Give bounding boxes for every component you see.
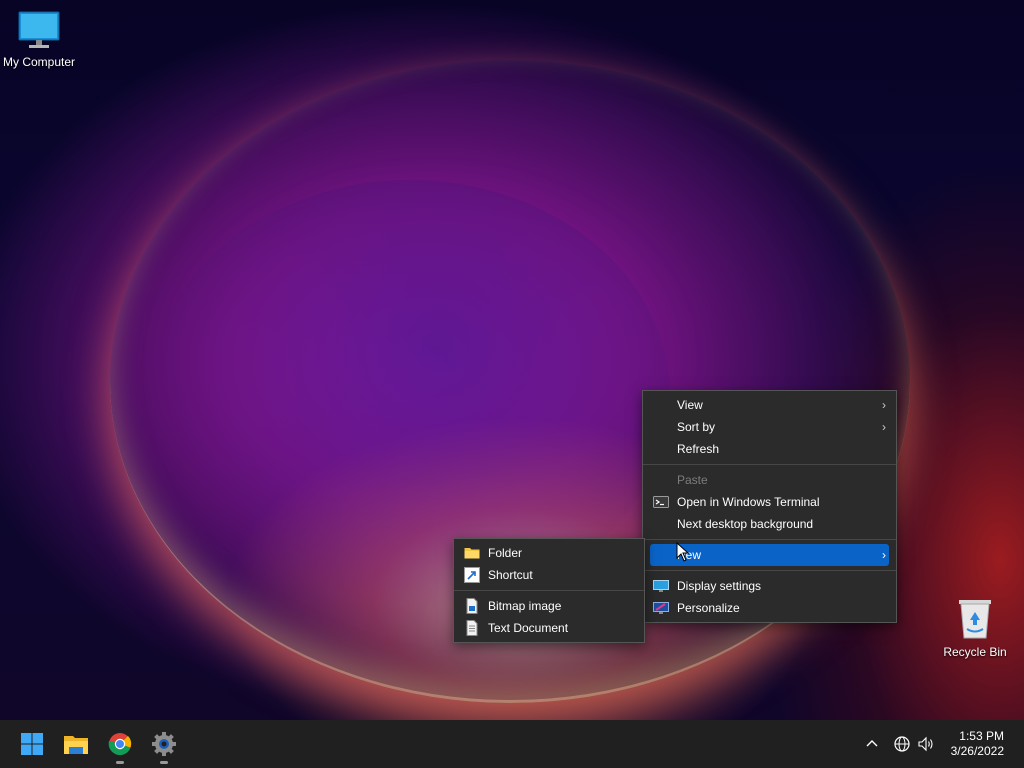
menu-item-label: Paste	[677, 473, 708, 487]
personalize-icon	[653, 602, 669, 614]
chevron-right-icon: ›	[882, 420, 886, 434]
volume-icon[interactable]	[917, 735, 935, 753]
start-icon	[21, 733, 43, 755]
desktop-icon-label: My Computer	[2, 55, 76, 69]
menu-item-label: Open in Windows Terminal	[677, 495, 820, 509]
chevron-right-icon: ›	[882, 548, 886, 562]
chrome-icon	[108, 733, 132, 756]
menu-item-next-background[interactable]: Next desktop background	[643, 513, 896, 535]
menu-item-paste: Paste	[643, 469, 896, 491]
display-icon	[653, 580, 669, 592]
desktop-icon-recycle-bin[interactable]: Recycle Bin	[936, 596, 1014, 659]
taskbar-settings[interactable]	[148, 728, 180, 764]
shortcut-icon	[464, 567, 480, 583]
bitmap-icon	[466, 598, 478, 614]
submenu-item-shortcut[interactable]: Shortcut	[454, 564, 644, 586]
menu-item-open-terminal[interactable]: Open in Windows Terminal	[643, 491, 896, 513]
menu-item-view[interactable]: View ›	[643, 394, 896, 416]
start-button[interactable]	[16, 728, 48, 760]
clock[interactable]: 1:53 PM 3/26/2022	[951, 729, 1004, 759]
clock-date: 3/26/2022	[950, 744, 1004, 758]
taskbar: 1:53 PM 3/26/2022	[0, 720, 1024, 768]
taskbar-file-explorer[interactable]	[60, 728, 92, 760]
running-indicator	[160, 761, 168, 764]
chevron-up-icon[interactable]	[864, 736, 880, 752]
submenu-item-text-document[interactable]: Text Document	[454, 617, 644, 639]
folder-icon	[464, 548, 480, 559]
menu-item-personalize[interactable]: Personalize	[643, 597, 896, 619]
taskbar-chrome[interactable]	[104, 728, 136, 764]
menu-item-display-settings[interactable]: Display settings	[643, 575, 896, 597]
submenu-item-label: Shortcut	[488, 568, 533, 582]
settings-icon	[152, 732, 176, 756]
running-indicator	[116, 761, 124, 764]
file-explorer-icon	[64, 736, 88, 754]
new-submenu: Folder Shortcut Bitmap image Text Docume…	[453, 538, 645, 643]
computer-icon	[18, 11, 60, 48]
menu-item-label: Refresh	[677, 442, 720, 456]
menu-item-sort-by[interactable]: Sort by ›	[643, 416, 896, 438]
menu-item-label: Next desktop background	[677, 517, 814, 531]
clock-time: 1:53 PM	[959, 729, 1004, 743]
menu-item-label: Display settings	[677, 579, 762, 593]
menu-separator	[643, 539, 896, 540]
chevron-right-icon: ›	[882, 398, 886, 412]
submenu-item-folder[interactable]: Folder	[454, 542, 644, 564]
menu-item-label: View	[677, 398, 703, 412]
text-document-icon	[466, 620, 478, 636]
network-globe-icon[interactable]	[893, 735, 911, 753]
desktop-icon-my-computer[interactable]: My Computer	[0, 10, 78, 69]
terminal-icon	[653, 496, 669, 508]
menu-item-refresh[interactable]: Refresh	[643, 438, 896, 460]
desktop-icon-label: Recycle Bin	[943, 645, 1007, 659]
recycle-bin-icon	[959, 600, 991, 639]
menu-item-label: Sort by	[677, 420, 716, 434]
menu-separator	[454, 590, 644, 591]
submenu-item-label: Bitmap image	[488, 599, 562, 613]
submenu-item-bitmap[interactable]: Bitmap image	[454, 595, 644, 617]
menu-separator	[643, 570, 896, 571]
submenu-item-label: Folder	[488, 546, 523, 560]
menu-item-label: Personalize	[677, 601, 740, 615]
menu-separator	[643, 464, 896, 465]
desktop-context-menu: View › Sort by › Refresh Paste Open in W…	[642, 390, 897, 623]
mouse-cursor-icon	[676, 542, 690, 562]
submenu-item-label: Text Document	[488, 621, 569, 635]
